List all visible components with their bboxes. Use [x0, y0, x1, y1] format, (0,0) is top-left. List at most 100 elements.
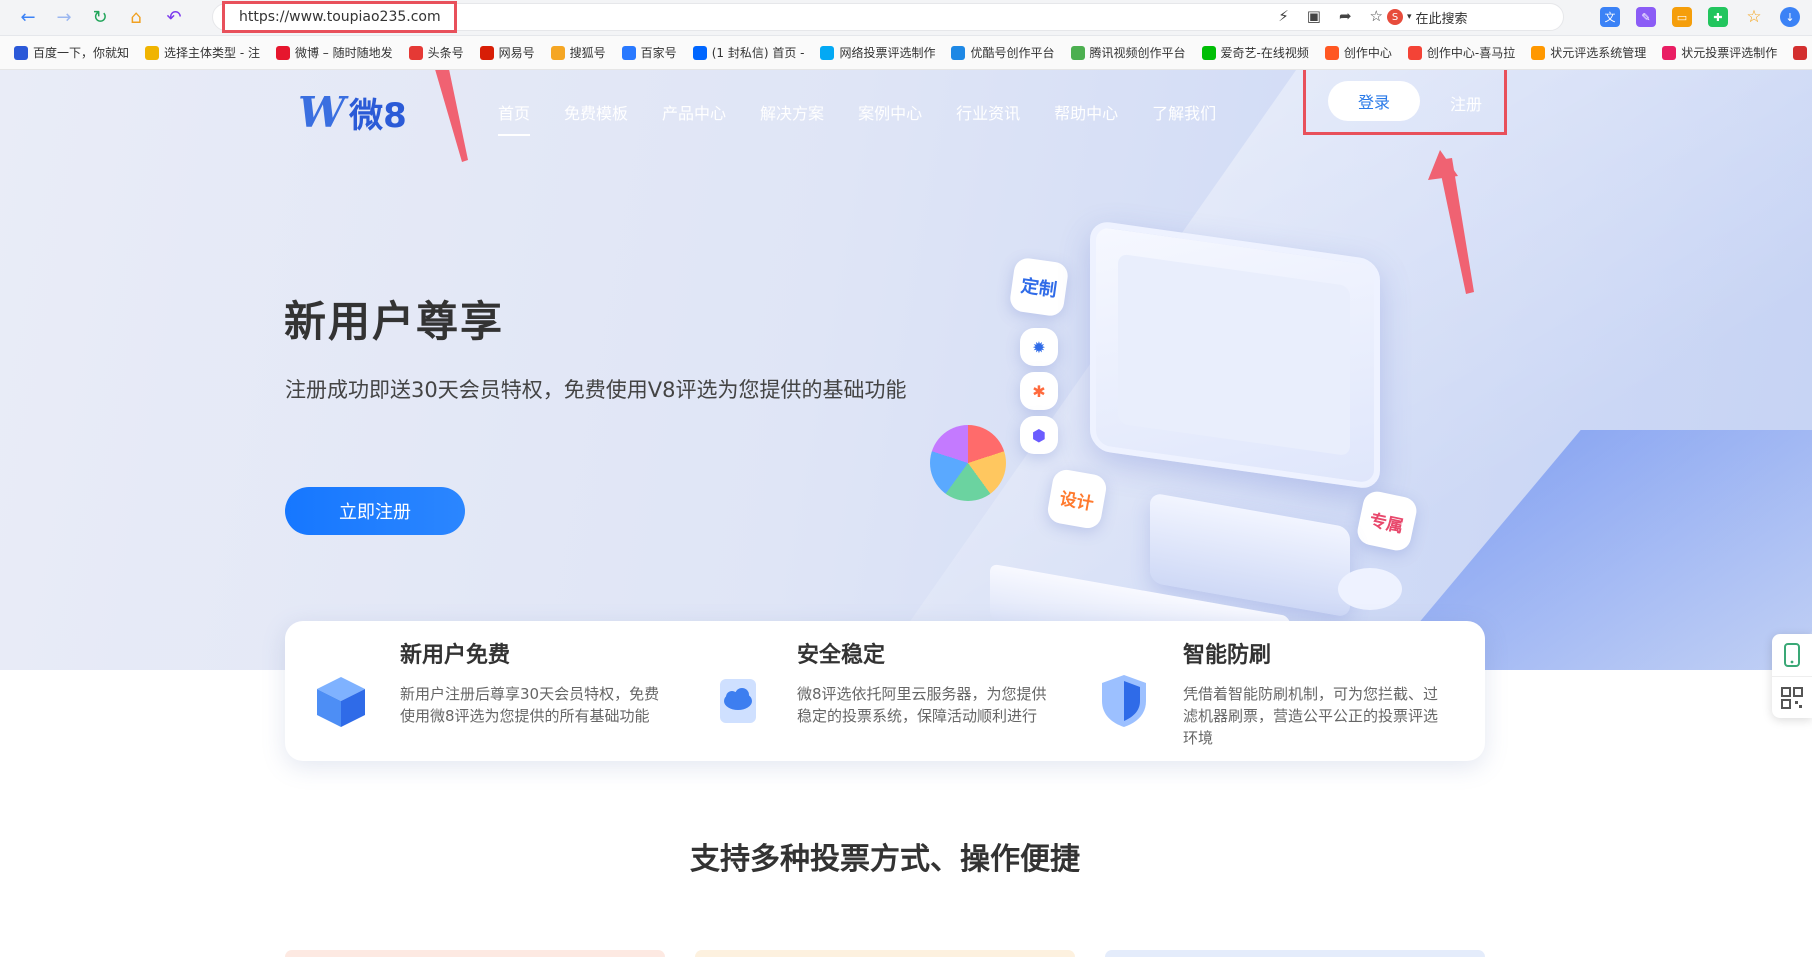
extension-icons: 文 ✎ ▭ ✚ ☆ ↓ — [1600, 7, 1800, 27]
bookmark-icon — [621, 45, 636, 60]
bookmark-icon — [550, 45, 565, 60]
card-peek — [695, 950, 1075, 957]
bookmark-label: 百度一下，你就知 — [33, 46, 130, 60]
bookmark-item[interactable]: 头条号 — [401, 41, 472, 65]
bookmark-item[interactable]: 状元投票评选制作 — [1654, 41, 1785, 65]
bookmark-label: 优酷号创作平台 — [970, 46, 1055, 60]
bookmark-item[interactable]: 搜狐号 — [543, 41, 614, 65]
share-icon[interactable]: ➦ — [1339, 7, 1352, 25]
annotation-url-box — [222, 1, 457, 33]
edit-icon[interactable]: ✎ — [1636, 7, 1656, 27]
bookmark-item[interactable]: 网易号 — [472, 41, 543, 65]
bookmark-icon — [1793, 45, 1808, 60]
puzzle-icon[interactable]: ✚ — [1708, 7, 1728, 27]
star-icon[interactable]: ☆ — [1370, 7, 1383, 25]
reload-icon[interactable]: ↻ — [88, 5, 112, 29]
card-peek — [1105, 950, 1485, 957]
hexagon-icon: ⬢ — [1020, 416, 1058, 454]
bookmark-item[interactable]: 创作中心 — [1317, 41, 1400, 65]
bookmark-item[interactable]: 百家号 — [614, 41, 685, 65]
bookmark-icon — [1324, 45, 1339, 60]
search-box[interactable]: S ▾ 在此搜索 — [1387, 7, 1555, 27]
design-chip: 设计 — [1045, 467, 1109, 531]
bookmark-label: 网络投票评选制作 — [839, 46, 936, 60]
bookmark-label: 头条号 — [427, 46, 464, 60]
back-icon[interactable]: ← — [16, 5, 40, 29]
bookmark-label: 腾讯视频创作平台 — [1089, 46, 1186, 60]
bookmark-label: 创作中心-喜马拉 — [1426, 46, 1516, 60]
qrcode-icon[interactable] — [1772, 676, 1812, 718]
bookmark-label: 状元投票评选制作 — [1681, 46, 1778, 60]
hero-section: W 微8 首页 免费模板 产品中心 解决方案 案例中心 行业资讯 帮助中心 了解… — [0, 70, 1812, 670]
feature-desc: 微8评选依托阿里云服务器，为您提供稳定的投票系统，保障活动顺利进行 — [797, 685, 1047, 725]
undo-icon[interactable]: ↶ — [162, 5, 186, 29]
screenshot-icon[interactable]: ▣ — [1307, 7, 1321, 25]
bookmark-item[interactable]: 状元评选系统管理 — [1523, 41, 1654, 65]
gear-icon: ✹ — [1020, 328, 1058, 366]
register-now-button[interactable]: 立即注册 — [285, 487, 465, 535]
section-title: 支持多种投票方式、操作便捷 — [690, 842, 1080, 877]
palette-illustration — [1338, 568, 1402, 610]
bookmark-label: 爱奇艺-在线视频 — [1220, 46, 1309, 60]
float-widget — [1772, 634, 1812, 718]
arrow-head-auth — [1428, 150, 1458, 180]
bookmark-icon — [1662, 45, 1677, 60]
search-placeholder: 在此搜索 — [1415, 11, 1468, 27]
hero-title: 新用户尊享 — [284, 297, 505, 346]
feature-title: 安全稳定 — [797, 643, 886, 668]
bookmark-label: 微博 – 随时随地发 — [294, 46, 393, 60]
bookmark-item[interactable]: 1. — [1785, 41, 1812, 65]
bookmark-label: 状元评选系统管理 — [1550, 46, 1647, 60]
feature-desc: 凭借着智能防刷机制，可为您拦截、过滤机器刷票，营造公平公正的投票评选环境 — [1183, 685, 1439, 747]
bookmark-icon — [1201, 45, 1216, 60]
bookmark-item[interactable]: 优酷号创作平台 — [943, 41, 1062, 65]
hero-illustration: 定制 ✹ ✱ ⬢ 设计 专属 — [930, 180, 1470, 670]
bookmark-item[interactable]: 选择主体类型 - 注 — [137, 41, 268, 65]
card-peek — [285, 950, 665, 957]
bookmark-item[interactable]: 百度一下，你就知 — [6, 41, 137, 65]
forward-icon[interactable]: → — [52, 5, 76, 29]
bookmark-icon — [408, 45, 423, 60]
bookmark-item[interactable]: 腾讯视频创作平台 — [1063, 41, 1194, 65]
favorites-icon[interactable]: ☆ — [1744, 7, 1764, 27]
bookmark-icon — [951, 45, 966, 60]
bookmark-icon — [479, 45, 494, 60]
mobile-icon[interactable] — [1772, 634, 1812, 676]
bookmark-icon — [1531, 45, 1546, 60]
bookmark-label: 选择主体类型 - 注 — [164, 46, 260, 60]
cloud-server-icon — [720, 679, 756, 723]
bookmark-label: (1 封私信) 首页 - — [711, 46, 805, 60]
pie-illustration — [930, 425, 1006, 501]
bookmark-icon — [692, 45, 707, 60]
asterisk-icon: ✱ — [1020, 372, 1058, 410]
features-card: 新用户免费 新用户注册后尊享30天会员特权，免费使用微8评选为您提供的所有基础功… — [285, 621, 1485, 761]
bookmark-icon — [1070, 45, 1085, 60]
monitor-screen — [1118, 253, 1350, 457]
bookmark-label: 搜狐号 — [569, 46, 606, 60]
custom-chip: 定制 — [1008, 256, 1070, 318]
feature-title: 新用户免费 — [400, 643, 511, 668]
exclusive-chip: 专属 — [1354, 488, 1420, 554]
search-dropdown-icon[interactable]: ▾ — [1407, 12, 1412, 22]
arrow-to-url — [435, 70, 468, 162]
home-icon[interactable]: ⌂ — [124, 5, 148, 29]
bookmark-item[interactable]: 网络投票评选制作 — [812, 41, 943, 65]
annotation-arrows — [435, 70, 1474, 294]
bookmark-item[interactable]: (1 封私信) 首页 - — [685, 41, 813, 65]
search-engine-icon[interactable]: S — [1387, 9, 1403, 25]
feature-desc: 新用户注册后尊享30天会员特权，免费使用微8评选为您提供的所有基础功能 — [400, 685, 660, 725]
translate-icon[interactable]: 文 — [1600, 7, 1620, 27]
bookmarks-bar: 百度一下，你就知 选择主体类型 - 注 微博 – 随时随地发 头条号 网易号 搜狐号 百家号… — [0, 36, 1812, 70]
bookmark-item[interactable]: 爱奇艺-在线视频 — [1194, 41, 1317, 65]
bookmark-label: 创作中心 — [1343, 46, 1392, 60]
lightning-icon[interactable]: ⚡ — [1278, 7, 1289, 25]
bookmark-icon — [820, 45, 835, 60]
bookmark-item[interactable]: 微博 – 随时随地发 — [268, 41, 401, 65]
hero-subtitle: 注册成功即送30天会员特权，免费使用V8评选为您提供的基础功能 — [285, 378, 907, 402]
folder-icon[interactable]: ▭ — [1672, 7, 1692, 27]
bookmark-label: 百家号 — [640, 46, 677, 60]
monitor-illustration — [1090, 219, 1380, 491]
download-icon[interactable]: ↓ — [1780, 7, 1800, 27]
bookmark-item[interactable]: 创作中心-喜马拉 — [1400, 41, 1523, 65]
bookmark-icon — [14, 45, 28, 60]
